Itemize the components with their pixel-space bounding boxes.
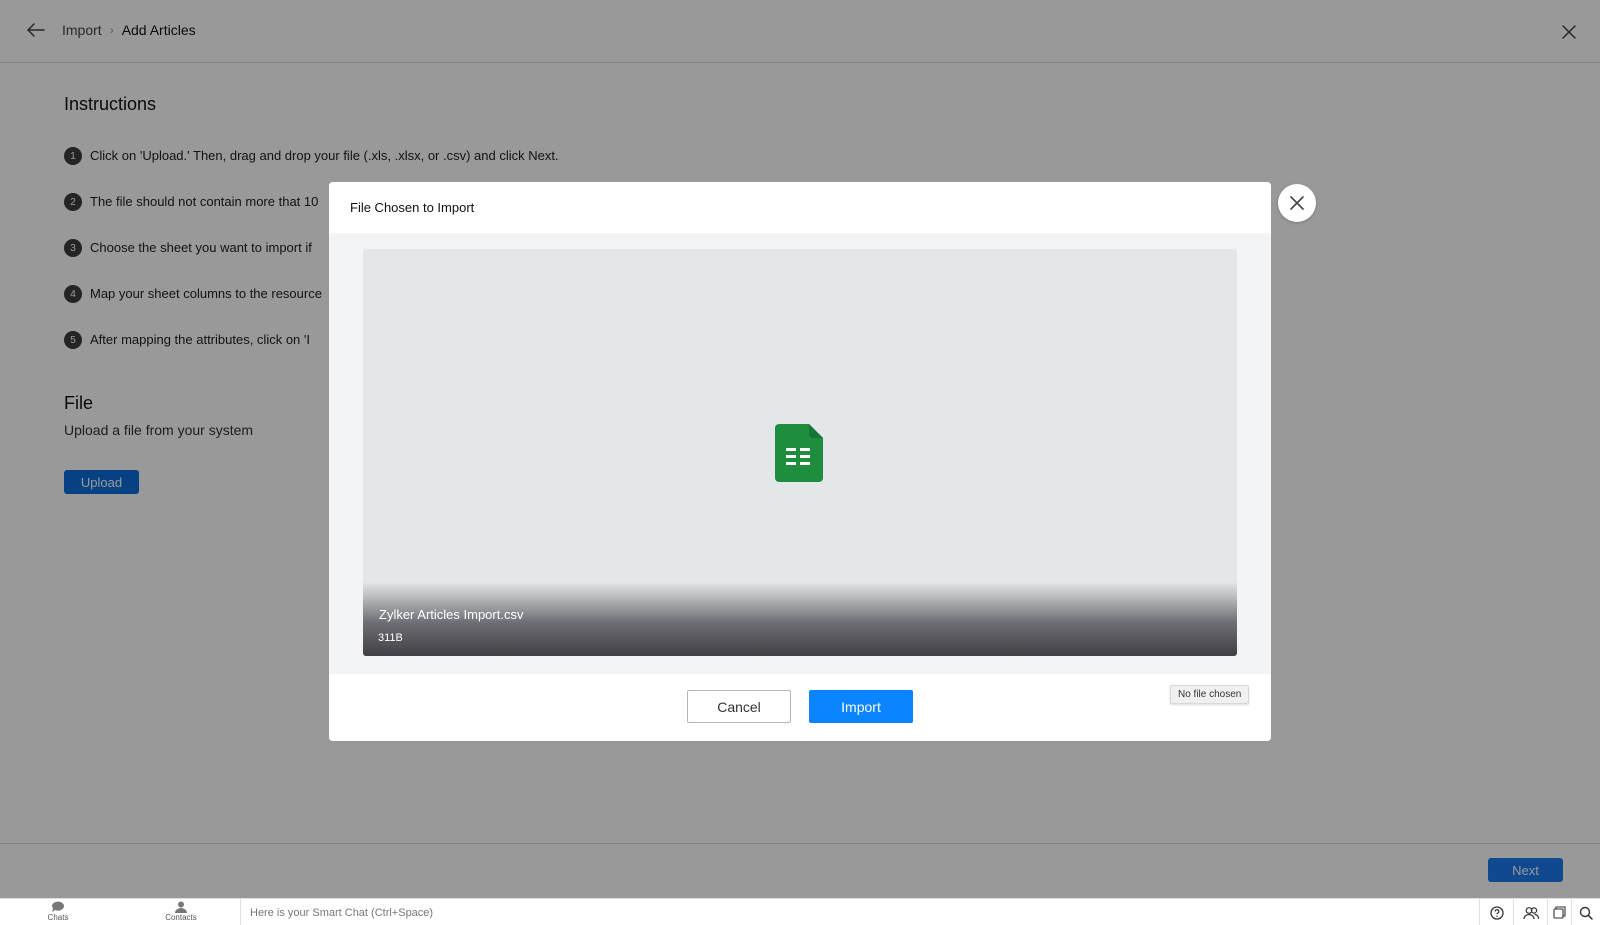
file-name: Zylker Articles Import.csv — [379, 607, 524, 622]
search-icon[interactable] — [1571, 899, 1600, 925]
file-input-status[interactable]: No file chosen — [1170, 685, 1250, 704]
chat-bubble-icon — [52, 901, 64, 912]
file-import-modal: File Chosen to Import Zylker Articles Im… — [329, 182, 1271, 741]
cancel-button[interactable]: Cancel — [687, 690, 791, 723]
modal-close-icon[interactable] — [1278, 184, 1316, 222]
chats-button[interactable]: Chats — [46, 901, 70, 922]
contacts-label: Contacts — [165, 913, 197, 922]
spreadsheet-file-icon — [775, 424, 823, 482]
smart-chat-input[interactable] — [250, 905, 1470, 921]
import-button[interactable]: Import — [809, 690, 913, 723]
file-preview: Zylker Articles Import.csv 311B — [363, 249, 1237, 656]
modal-actions: Cancel Import No file chosen — [329, 674, 1271, 741]
contacts-button[interactable]: Contacts — [163, 901, 199, 922]
contact-person-icon — [175, 901, 187, 913]
group-users-icon[interactable] — [1513, 899, 1547, 925]
smart-chat-bar: Chats Contacts — [0, 898, 1600, 925]
chatbar-divider — [240, 899, 241, 925]
file-size: 311B — [378, 632, 403, 644]
chats-label: Chats — [47, 913, 69, 922]
notes-icon[interactable] — [1547, 899, 1571, 925]
modal-title: File Chosen to Import — [329, 182, 1271, 233]
help-icon[interactable] — [1479, 899, 1513, 925]
